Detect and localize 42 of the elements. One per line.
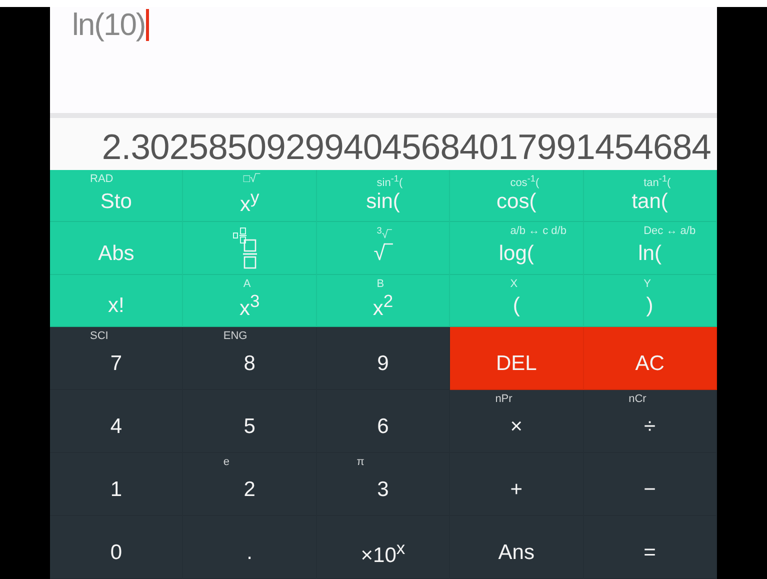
key-hint: nCr: [628, 393, 646, 405]
keypad-key[interactable]: .: [183, 516, 317, 579]
key-hint: SCI: [90, 330, 108, 342]
keypad-key[interactable]: 0: [50, 516, 184, 579]
key-hint: cos$^{-1}$(: [510, 173, 540, 189]
key-hint: RAD: [90, 173, 114, 185]
keypad-key[interactable]: e 2: [183, 453, 317, 516]
result-text: 2.302585092994045684017991454684: [102, 127, 711, 168]
keypad-key[interactable]: nPr ×: [450, 390, 584, 453]
mixed-fraction-icon: [233, 227, 248, 246]
function-key[interactable]: [183, 222, 317, 275]
clear-key[interactable]: DEL: [450, 327, 584, 390]
fraction-icon: [242, 238, 257, 269]
key-hint: Dec ↔ a/b: [644, 225, 696, 238]
keypad-key[interactable]: Ans: [450, 516, 584, 579]
key-hint: tan$^{-1}$(: [644, 173, 671, 189]
key-hint: ENG: [223, 330, 248, 342]
key-hint: e: [223, 456, 230, 468]
key-hint: nPr: [495, 393, 512, 405]
keypad-key[interactable]: ENG 8: [183, 327, 317, 390]
key-hint: $^{3}$√‾: [376, 225, 392, 241]
keypad-key[interactable]: ×10$^{x}$: [316, 516, 450, 579]
key-hint: sin$^{-1}$(: [376, 173, 403, 189]
keypad-key[interactable]: 5: [183, 390, 317, 453]
keypad-key[interactable]: 6: [316, 390, 450, 453]
key-hint: π: [356, 456, 364, 468]
keypad-key[interactable]: SCI 7: [50, 327, 184, 390]
keypad-key[interactable]: =: [584, 516, 717, 579]
key-hint: A: [243, 278, 251, 290]
keypad-key[interactable]: π 3: [316, 453, 450, 516]
keypad-key[interactable]: 9: [316, 327, 450, 390]
keypad-key[interactable]: −: [584, 453, 717, 516]
key-hint: a/b ↔ c d/b: [510, 225, 566, 238]
keypad-key[interactable]: +: [450, 453, 584, 516]
keypad-key[interactable]: nCr ÷: [584, 390, 717, 453]
key-hint: X: [510, 278, 518, 290]
keypad-key[interactable]: 4: [50, 390, 184, 453]
clear-key[interactable]: AC: [584, 327, 717, 390]
key-hint: □√‾: [243, 173, 260, 185]
key-hint: Y: [644, 278, 651, 290]
keypad-key[interactable]: 1: [50, 453, 184, 516]
key-hint: B: [376, 278, 384, 290]
